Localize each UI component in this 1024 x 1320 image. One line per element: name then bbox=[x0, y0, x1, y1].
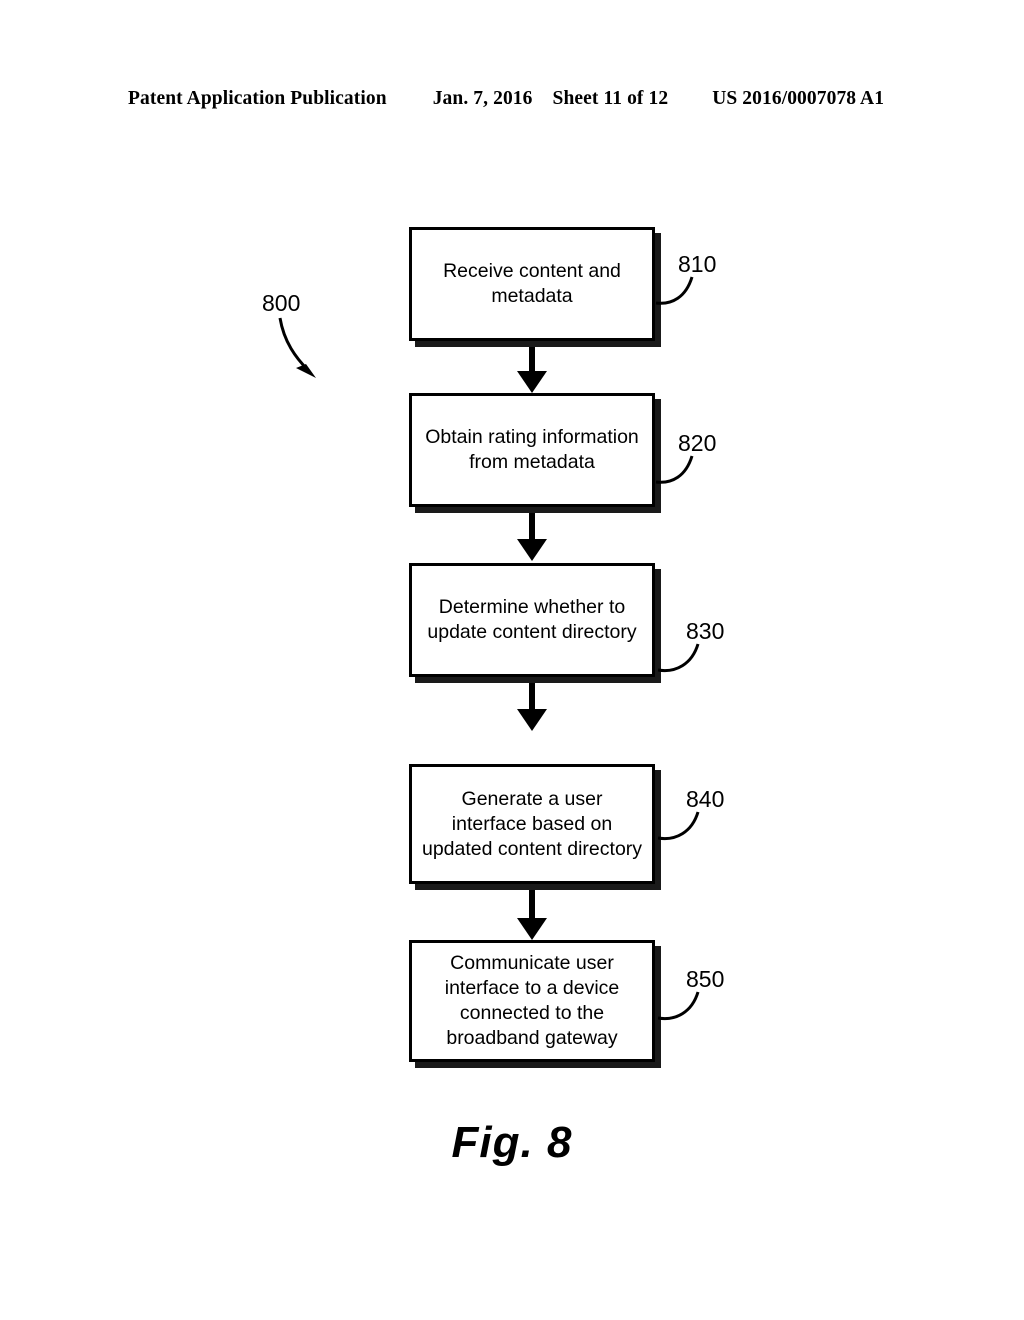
process-box-840: Generate a user interface based on updat… bbox=[409, 764, 655, 884]
process-box-810: Receive content and metadata bbox=[409, 227, 655, 341]
ref-num-810: 810 bbox=[678, 251, 717, 277]
connector-arrow-830-to-840 bbox=[517, 683, 547, 731]
connector-arrow-820-to-830 bbox=[517, 513, 547, 561]
process-box-810-label: Receive content and metadata bbox=[443, 260, 621, 307]
ref-num-830-leader-line bbox=[657, 643, 700, 673]
figure-caption: Fig. 8 bbox=[451, 1118, 573, 1167]
ref-num-850-leader-line bbox=[657, 991, 700, 1021]
process-box-820-label: Obtain rating information from metadata bbox=[425, 426, 639, 473]
ref-num-840-leader-line bbox=[657, 811, 700, 841]
process-box-820: Obtain rating information from metadata bbox=[409, 393, 655, 507]
process-box-850: Communicate user interface to a device c… bbox=[409, 940, 655, 1062]
ref-num-830: 830 bbox=[686, 618, 725, 644]
process-box-830-label: Determine whether to update content dire… bbox=[427, 596, 637, 643]
ref-num-820-leader-line bbox=[655, 455, 694, 484]
diagram-ref-800: 800 bbox=[262, 290, 301, 316]
ref-num-820: 820 bbox=[678, 430, 717, 456]
connector-arrow-810-to-820 bbox=[517, 347, 547, 393]
ref-num-850: 850 bbox=[686, 966, 725, 992]
process-box-850-label: Communicate user interface to a device c… bbox=[444, 952, 620, 1049]
ref-num-840: 840 bbox=[686, 786, 725, 812]
diagram-ref-800-leader-arrow bbox=[278, 317, 316, 378]
ref-num-810-leader-line bbox=[655, 276, 694, 305]
flowchart-figure: 800 Receive content and metadata 810 Obt… bbox=[0, 0, 1024, 1320]
process-box-840-label: Generate a user interface based on updat… bbox=[421, 787, 643, 860]
connector-arrow-840-to-850 bbox=[517, 890, 547, 940]
process-box-830: Determine whether to update content dire… bbox=[409, 563, 655, 677]
